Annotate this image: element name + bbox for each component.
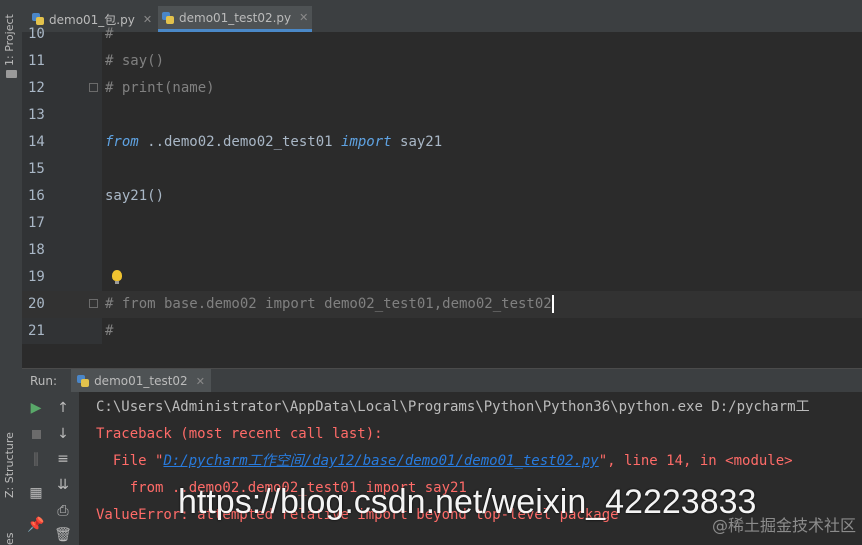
- console-line: File "D:/pycharm工作空间/day12/base/demo01/d…: [96, 448, 793, 475]
- favorites-tool-button[interactable]: es: [3, 533, 16, 545]
- line-number: 12: [28, 80, 45, 96]
- scroll-up-icon[interactable]: ↑: [54, 399, 72, 417]
- comment-text: # from base.demo02 import demo02_test01,…: [105, 296, 552, 312]
- console-line: C:\Users\Administrator\AppData\Local\Pro…: [96, 399, 810, 415]
- code-text: #: [105, 26, 114, 42]
- line-number: 19: [28, 269, 45, 285]
- import-name: say21: [391, 134, 443, 150]
- watermark-cn: @稀土掘金技术社区: [711, 516, 856, 535]
- code-line: 10 #: [22, 21, 862, 48]
- module-path: ..demo02.demo02_test01: [138, 134, 342, 150]
- lightbulb-icon[interactable]: [112, 270, 122, 284]
- keyword-import: import: [341, 134, 392, 150]
- code-text: say21(): [105, 188, 165, 204]
- scroll-to-end-icon[interactable]: ⇊: [54, 476, 72, 494]
- structure-tool-button[interactable]: Z: Structure: [3, 432, 16, 498]
- code-text: # from base.demo02 import demo02_test01,…: [105, 291, 554, 318]
- line-number: 10: [28, 26, 45, 42]
- layout-icon[interactable]: ▦: [27, 484, 45, 502]
- run-toolbar-primary: ▶ ∥ ▦ 📌: [22, 392, 49, 545]
- trace-prefix: File ": [96, 453, 164, 469]
- code-line: 13: [22, 102, 862, 129]
- scroll-down-icon[interactable]: ↓: [54, 425, 72, 443]
- console-line: Traceback (most recent call last):: [96, 426, 383, 442]
- code-text: from ..demo02.demo02_test01 import say21: [105, 129, 442, 156]
- code-line: 19: [22, 264, 862, 291]
- code-line: 18: [22, 237, 862, 264]
- code-line: 12 # print(name): [22, 75, 862, 102]
- python-file-icon: [77, 375, 90, 387]
- pin-icon[interactable]: 📌: [27, 516, 45, 534]
- line-number: 13: [28, 107, 45, 123]
- line-number: 14: [28, 134, 45, 150]
- fold-marker-icon[interactable]: [89, 83, 98, 92]
- trash-icon[interactable]: 🗑: [54, 526, 72, 544]
- line-number: 18: [28, 242, 45, 258]
- line-number: 17: [28, 215, 45, 231]
- stop-button[interactable]: [27, 425, 45, 443]
- close-icon[interactable]: ✕: [196, 375, 205, 388]
- code-line: 14 from ..demo02.demo02_test01 import sa…: [22, 129, 862, 156]
- text-caret: [551, 295, 554, 313]
- stop-icon: [31, 429, 41, 439]
- code-text: # print(name): [105, 80, 215, 96]
- run-label: Run:: [30, 374, 58, 388]
- run-toolbar-secondary: ↑ ↓ ≡ ⇊ ⎙ 🗑: [49, 392, 80, 545]
- rerun-play-icon[interactable]: ▶: [27, 399, 45, 417]
- line-number: 16: [28, 188, 45, 204]
- current-code-line: 20 # from base.demo02 import demo02_test…: [22, 291, 862, 318]
- code-line: 16 say21(): [22, 183, 862, 210]
- editor-bottom-area: [22, 344, 862, 368]
- code-line: 15: [22, 156, 862, 183]
- line-number: 21: [28, 323, 45, 339]
- code-editor[interactable]: 10 # 11 # say() 12 # print(name) 13 14 f…: [22, 26, 862, 345]
- code-text: #: [105, 323, 114, 339]
- run-tab-label: demo01_test02: [94, 374, 188, 388]
- fold-marker-icon[interactable]: [89, 299, 98, 308]
- soft-wrap-icon[interactable]: ≡: [54, 450, 72, 468]
- code-text: # say(): [105, 53, 165, 69]
- line-number: 20: [28, 296, 45, 312]
- pause-icon[interactable]: ∥: [27, 450, 45, 468]
- run-panel-header: Run: demo01_test02 ✕: [22, 368, 862, 393]
- code-line: 17: [22, 210, 862, 237]
- project-tool-button[interactable]: 1: Project: [3, 14, 16, 66]
- line-number: 11: [28, 53, 45, 69]
- keyword-from: from: [105, 134, 139, 150]
- code-line: 21 #: [22, 318, 862, 345]
- left-tool-stripe: 1: Project Z: Structure es: [0, 0, 23, 545]
- watermark-url: https://blog.csdn.net/weixin_42223833: [178, 483, 757, 521]
- file-link[interactable]: D:/pycharm工作空间/day12/base/demo01/demo01_…: [163, 453, 598, 469]
- line-number: 15: [28, 161, 45, 177]
- project-folder-icon: [6, 70, 17, 78]
- code-line: 11 # say(): [22, 48, 862, 75]
- run-config-tab[interactable]: demo01_test02 ✕: [71, 369, 211, 393]
- trace-suffix: ", line 14, in <module>: [598, 453, 793, 469]
- print-icon[interactable]: ⎙: [54, 502, 72, 520]
